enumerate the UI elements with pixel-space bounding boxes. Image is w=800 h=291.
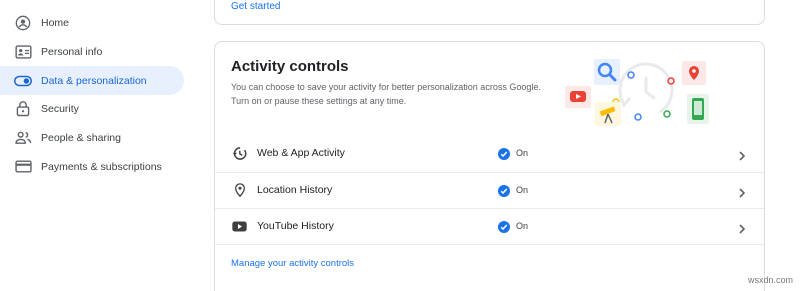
check-circle-icon xyxy=(498,184,510,197)
credit-card-icon xyxy=(14,158,32,176)
row-label: Location History xyxy=(257,184,333,196)
check-circle-icon xyxy=(498,147,510,160)
people-icon xyxy=(14,129,32,147)
sidebar-item-label: Data & personalization xyxy=(41,74,147,87)
sidebar-item-label: Security xyxy=(41,102,79,115)
row-divider xyxy=(215,244,764,245)
card-description: You can choose to save your activity for… xyxy=(231,82,541,106)
youtube-icon xyxy=(232,219,247,234)
history-icon xyxy=(232,146,247,161)
sidebar-item-label: People & sharing xyxy=(41,131,121,144)
sidebar-item-data-personalization[interactable]: Data & personalization xyxy=(0,66,184,95)
card-title: Activity controls xyxy=(231,58,349,75)
activity-illustration xyxy=(562,56,712,128)
sidebar-item-label: Personal info xyxy=(41,45,103,58)
row-label: YouTube History xyxy=(257,220,334,232)
sidebar-nav: Home Personal info Data & personalizatio… xyxy=(0,0,190,291)
sidebar-item-payments-subscriptions[interactable]: Payments & subscriptions xyxy=(0,152,184,181)
manage-activity-controls-link[interactable]: Manage your activity controls xyxy=(231,258,354,269)
sidebar-item-label: Payments & subscriptions xyxy=(41,160,162,173)
account-circle-icon xyxy=(14,14,32,32)
row-label: Web & App Activity xyxy=(257,147,345,159)
status-label: On xyxy=(516,148,529,158)
sidebar-item-people-sharing[interactable]: People & sharing xyxy=(0,123,184,152)
sidebar-item-security[interactable]: Security xyxy=(0,94,184,123)
check-circle-icon xyxy=(498,220,510,233)
toggle-icon xyxy=(14,72,32,90)
sidebar-item-personal-info[interactable]: Personal info xyxy=(0,37,184,66)
previous-card xyxy=(214,0,765,25)
chevron-right-icon xyxy=(737,221,747,234)
chevron-right-icon xyxy=(737,185,747,198)
chevron-right-icon xyxy=(737,148,747,161)
sidebar-item-home[interactable]: Home xyxy=(0,8,184,37)
web-app-activity-row[interactable]: Web & App Activity On xyxy=(215,135,764,171)
lock-icon xyxy=(14,100,32,118)
location-pin-icon xyxy=(232,183,247,198)
get-started-link[interactable]: Get started xyxy=(231,1,280,12)
sidebar-item-label: Home xyxy=(41,16,70,29)
id-card-icon xyxy=(14,43,32,61)
status-label: On xyxy=(516,185,529,195)
watermark: wsxdn.com xyxy=(748,275,794,285)
location-history-row[interactable]: Location History On xyxy=(215,172,764,208)
status-label: On xyxy=(516,221,529,231)
youtube-history-row[interactable]: YouTube History On xyxy=(215,208,764,244)
